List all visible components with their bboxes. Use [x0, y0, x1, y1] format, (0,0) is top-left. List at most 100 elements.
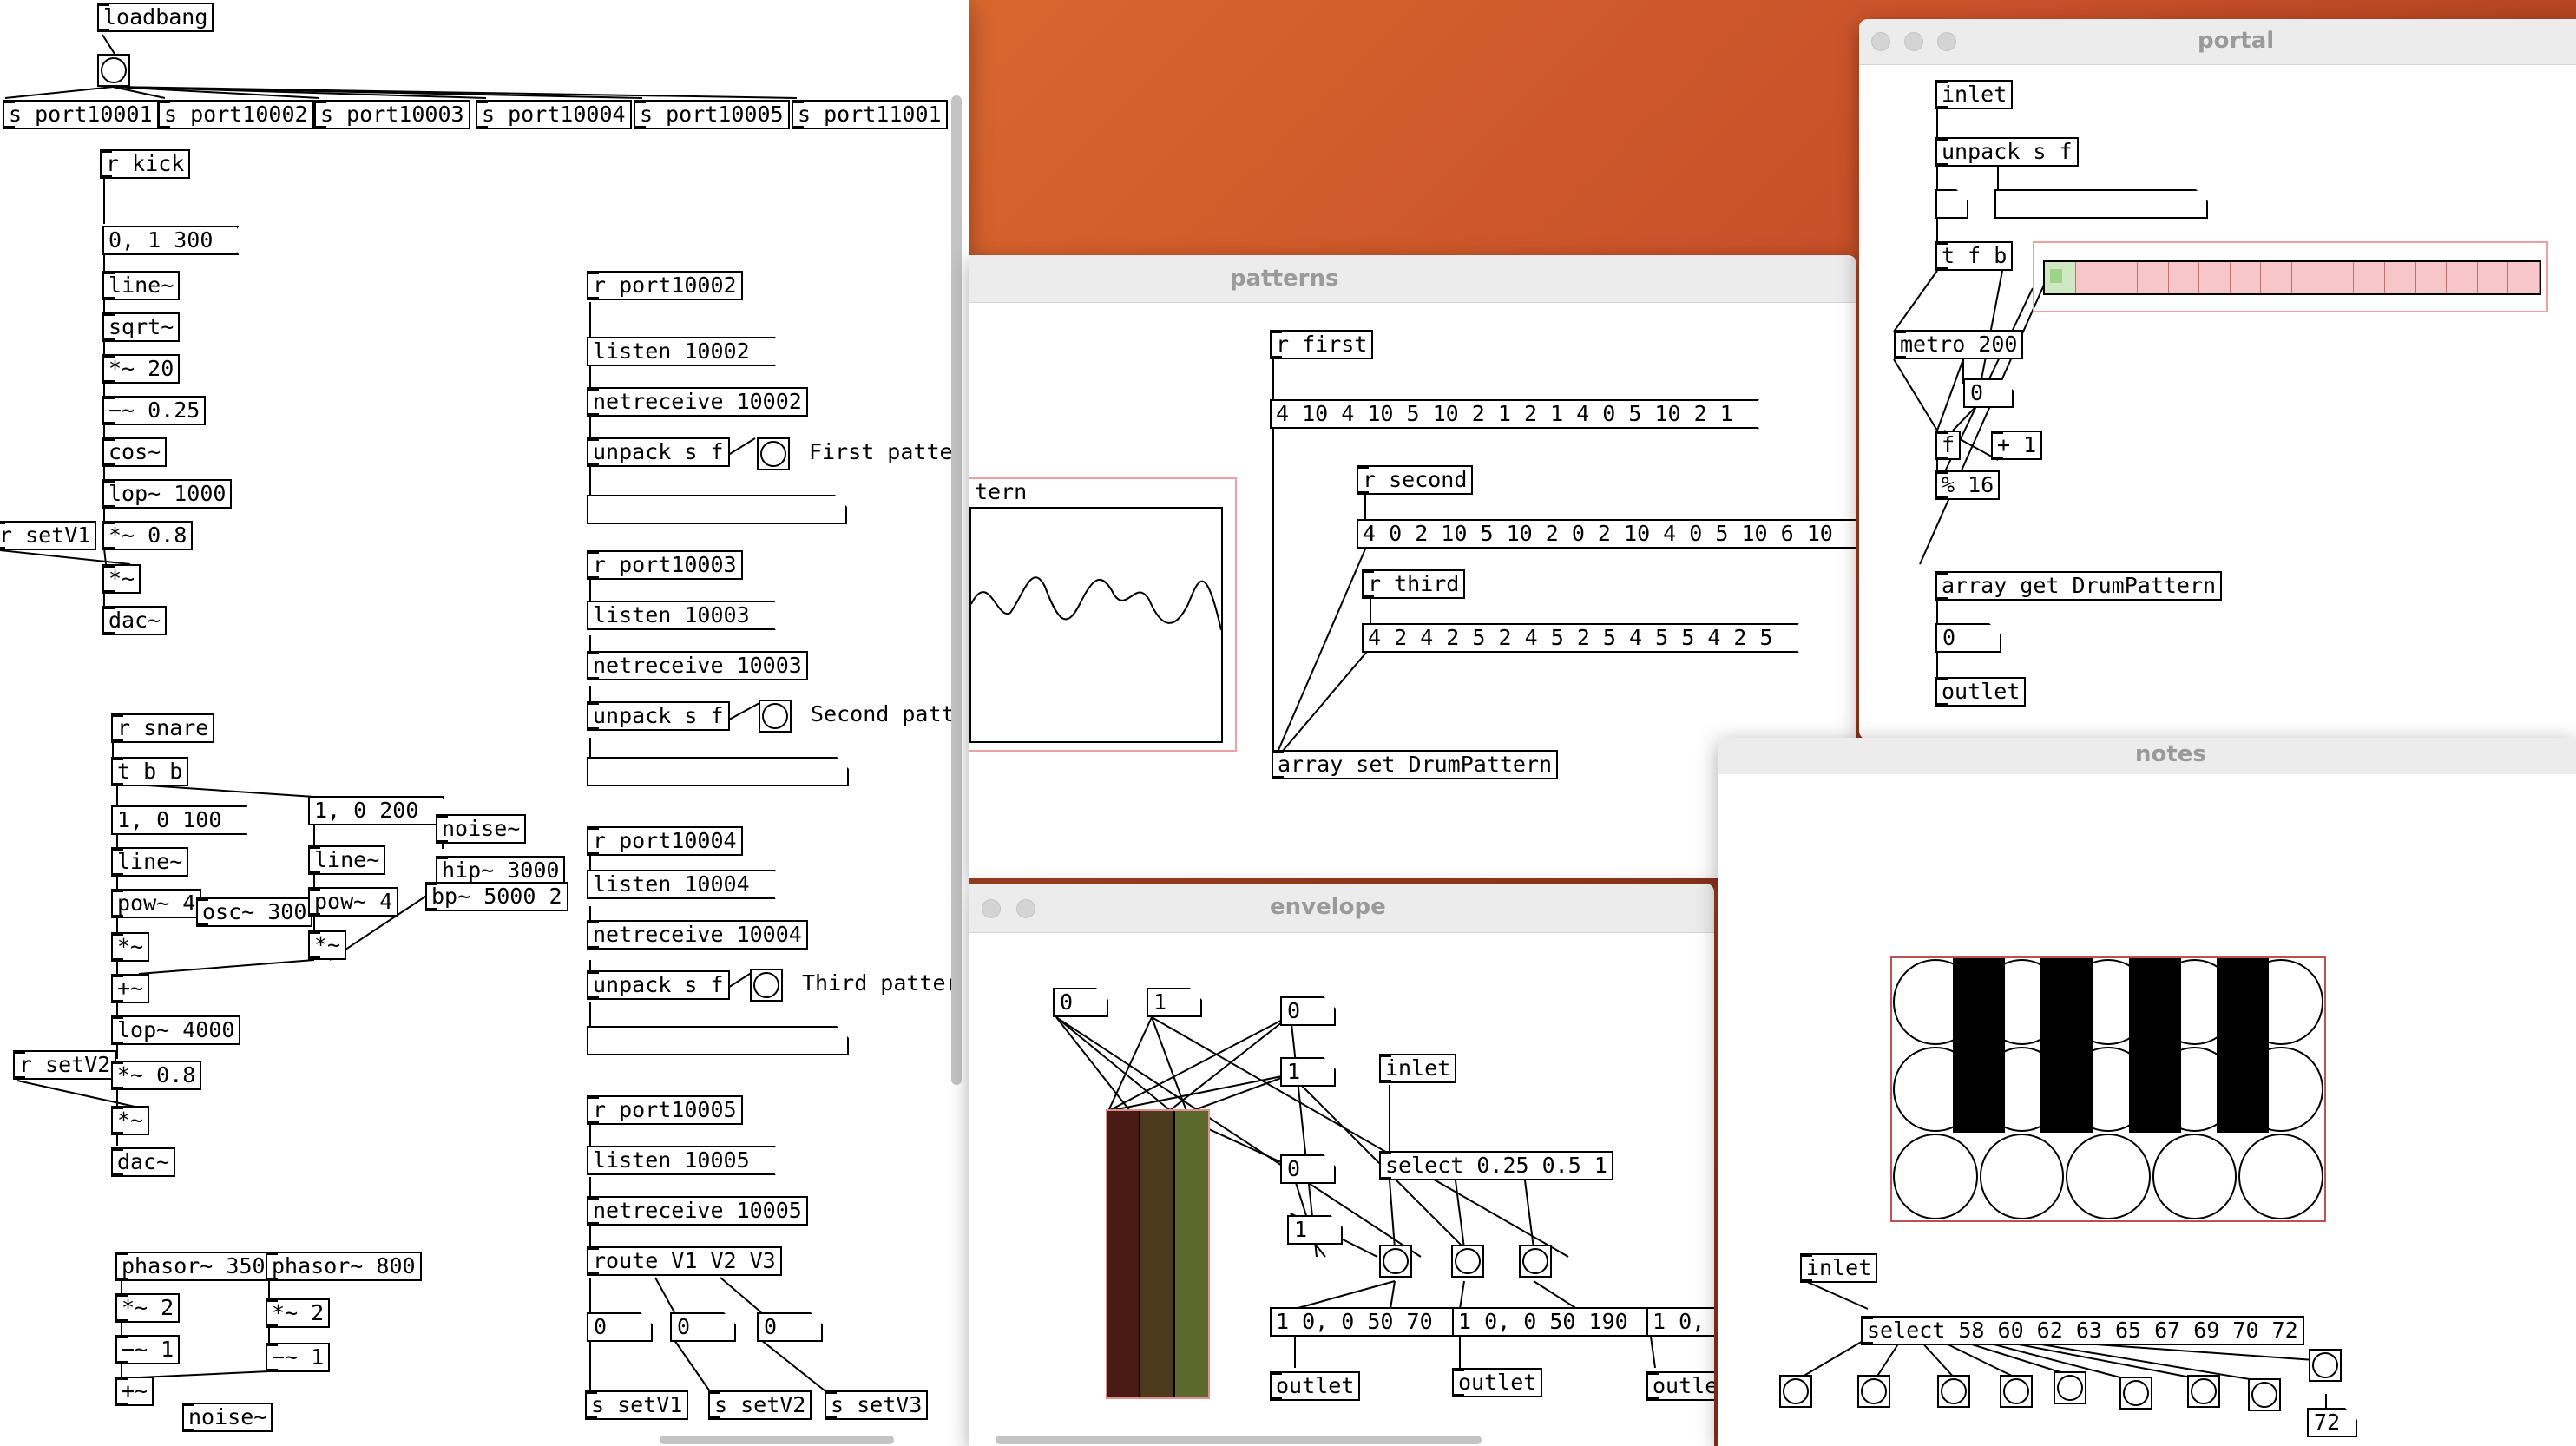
snare-env-message-100[interactable]: 1, 0 100: [111, 805, 240, 835]
portal-mod16[interactable]: % 16: [1935, 470, 2001, 500]
snare-env-message-200[interactable]: 1, 0 200: [308, 796, 437, 825]
kick-envelope-message[interactable]: 0, 1 300: [102, 226, 231, 255]
step-cell[interactable]: [2168, 262, 2200, 293]
note-bang-60[interactable]: [1857, 1375, 1890, 1408]
listen-10003-message[interactable]: listen 10003: [587, 601, 767, 630]
snare-dac-object[interactable]: dac~: [111, 1147, 176, 1177]
kick-sqrt-object[interactable]: sqrt~: [102, 312, 181, 342]
kick-mul20-object[interactable]: *~ 20: [102, 354, 181, 384]
receive-port10002[interactable]: r port10002: [587, 271, 743, 300]
third-pattern-bang[interactable]: [750, 969, 783, 1002]
portal-array-get[interactable]: array get DrumPattern: [1935, 571, 2223, 601]
phasor-plus-object[interactable]: +~: [115, 1377, 154, 1406]
envelope-number-0-b[interactable]: 0: [1280, 996, 1336, 1026]
receive-port10005[interactable]: r port10005: [587, 1095, 743, 1125]
step-cell[interactable]: [2137, 262, 2169, 293]
step-cell[interactable]: [2323, 262, 2355, 293]
route-v1-v2-v3[interactable]: route V1 V2 V3: [587, 1246, 782, 1276]
note-bang-65[interactable]: [2054, 1371, 2086, 1404]
snare-line-a[interactable]: line~: [111, 847, 189, 877]
step-cell[interactable]: [2199, 262, 2231, 293]
snare-osc-object[interactable]: osc~ 300: [196, 897, 313, 927]
envelope-canvas[interactable]: 0 1 0 1 0 1 inlet select 0.25 0.5 1 1 0,…: [969, 884, 1714, 1446]
envelope-slider-1[interactable]: [1107, 1111, 1140, 1397]
step-cell[interactable]: [2292, 262, 2323, 293]
step-cell[interactable]: [2354, 262, 2385, 293]
envelope-number-1-a[interactable]: 1: [1147, 988, 1202, 1017]
snare-mul-c[interactable]: *~: [111, 1106, 150, 1135]
notes-canvas[interactable]: inlet select 58 60 62 63 65 67 69 70 72 …: [1718, 738, 2576, 1446]
envelope-message-70[interactable]: 1 0, 0 50 70: [1270, 1307, 1450, 1337]
phasor-minus-a[interactable]: −~ 1: [115, 1335, 181, 1364]
portal-trigger[interactable]: t f b: [1935, 241, 2014, 271]
portal-unpack[interactable]: unpack s f: [1935, 137, 2079, 167]
portal-inlet[interactable]: inlet: [1935, 80, 2014, 109]
snare-pow-a[interactable]: pow~ 4: [111, 889, 202, 918]
snare-hip-object[interactable]: hip~ 3000: [436, 856, 566, 885]
snare-line-b[interactable]: line~: [308, 845, 386, 875]
kick-lop-object[interactable]: lop~ 1000: [102, 479, 233, 509]
receive-first[interactable]: r first: [1270, 330, 1374, 359]
symbol-box-10002[interactable]: [587, 495, 847, 524]
pattern-second-message[interactable]: 4 0 2 10 5 10 2 0 2 10 4 0 5 10 6 10: [1357, 519, 1850, 549]
portal-outlet[interactable]: outlet: [1935, 677, 2027, 707]
listen-10005-message[interactable]: listen 10005: [587, 1146, 767, 1175]
receive-setv1[interactable]: r setV1: [0, 521, 97, 550]
envelope-inlet[interactable]: inlet: [1379, 1054, 1457, 1083]
portal-number-out[interactable]: 0: [1935, 623, 2001, 653]
envelope-horizontal-scrollbar[interactable]: [996, 1436, 1482, 1444]
snare-pow-b[interactable]: pow~ 4: [308, 887, 399, 917]
envelope-bang-2[interactable]: [1451, 1245, 1484, 1278]
second-pattern-bang[interactable]: [759, 700, 792, 733]
portal-metro[interactable]: metro 200: [1894, 330, 2024, 359]
step-cell[interactable]: [2261, 262, 2292, 293]
main-canvas[interactable]: loadbang s port10001 s port10002 s port1…: [0, 0, 969, 1446]
array-set-drumpattern[interactable]: array set DrumPattern: [1272, 750, 1559, 779]
snare-noise-object[interactable]: noise~: [436, 814, 527, 844]
envelope-slider-2[interactable]: [1140, 1111, 1175, 1397]
phasor-800-object[interactable]: phasor~ 800: [266, 1252, 422, 1281]
phasor-minus-b[interactable]: −~ 1: [266, 1343, 331, 1372]
receive-kick[interactable]: r kick: [100, 149, 191, 179]
receive-third[interactable]: r third: [1362, 569, 1466, 599]
note-bang-67[interactable]: [2119, 1377, 2152, 1410]
send-setv1[interactable]: s setV1: [585, 1390, 689, 1420]
send-port10005[interactable]: s port10005: [634, 100, 790, 129]
kick-gain-object[interactable]: *~ 0.8: [102, 521, 194, 550]
portal-canvas[interactable]: inlet unpack s f t f b metro 200 0 f + 1…: [1859, 19, 2576, 739]
step-cell[interactable]: [2230, 262, 2262, 293]
note-bang-69[interactable]: [2187, 1375, 2220, 1408]
send-port10004[interactable]: s port10004: [476, 100, 632, 129]
envelope-bang-3[interactable]: [1519, 1245, 1552, 1278]
step-sequencer-grid[interactable]: [2033, 241, 2548, 312]
receive-port10003[interactable]: r port10003: [587, 550, 743, 580]
envelope-message-cut[interactable]: 1 0,: [1646, 1307, 1714, 1337]
send-setv3[interactable]: s setV3: [825, 1390, 929, 1420]
patterns-titlebar[interactable]: patterns: [969, 255, 1856, 303]
number-box-v1[interactable]: 0: [587, 1312, 653, 1342]
phasor-noise-object[interactable]: noise~: [182, 1403, 273, 1432]
loadbang-object[interactable]: loadbang: [97, 3, 214, 32]
kick-cos-object[interactable]: cos~: [102, 437, 168, 467]
netreceive-10002[interactable]: netreceive 10002: [587, 387, 808, 417]
envelope-number-1-b[interactable]: 1: [1280, 1057, 1336, 1087]
symbol-box-10004[interactable]: [587, 1026, 849, 1055]
kick-line-object[interactable]: line~: [102, 271, 181, 300]
pattern-first-message[interactable]: 4 10 4 10 5 10 2 1 2 1 4 0 5 10 2 1: [1270, 399, 1751, 429]
send-setv2[interactable]: s setV2: [708, 1390, 812, 1420]
receive-port10004[interactable]: r port10004: [587, 826, 743, 856]
envelope-outlet-1[interactable]: outlet: [1270, 1371, 1361, 1401]
portal-symbol-box[interactable]: [1994, 189, 2208, 219]
unpack-10004[interactable]: unpack s f: [587, 970, 730, 1000]
envelope-message-190[interactable]: 1 0, 0 50 190: [1452, 1307, 1646, 1337]
envelope-bang-1[interactable]: [1379, 1245, 1412, 1278]
snare-mul-b[interactable]: *~: [308, 930, 347, 960]
main-vertical-scrollbar[interactable]: [951, 95, 962, 1085]
phasor-350-object[interactable]: phasor~ 350: [115, 1252, 272, 1281]
unpack-10002[interactable]: unpack s f: [587, 437, 730, 467]
kick-dac-object[interactable]: dac~: [102, 606, 168, 635]
receive-snare[interactable]: r snare: [111, 713, 215, 743]
first-pattern-bang[interactable]: [757, 437, 790, 470]
symbol-box-10003[interactable]: [587, 757, 849, 786]
netreceive-10004[interactable]: netreceive 10004: [587, 920, 808, 950]
